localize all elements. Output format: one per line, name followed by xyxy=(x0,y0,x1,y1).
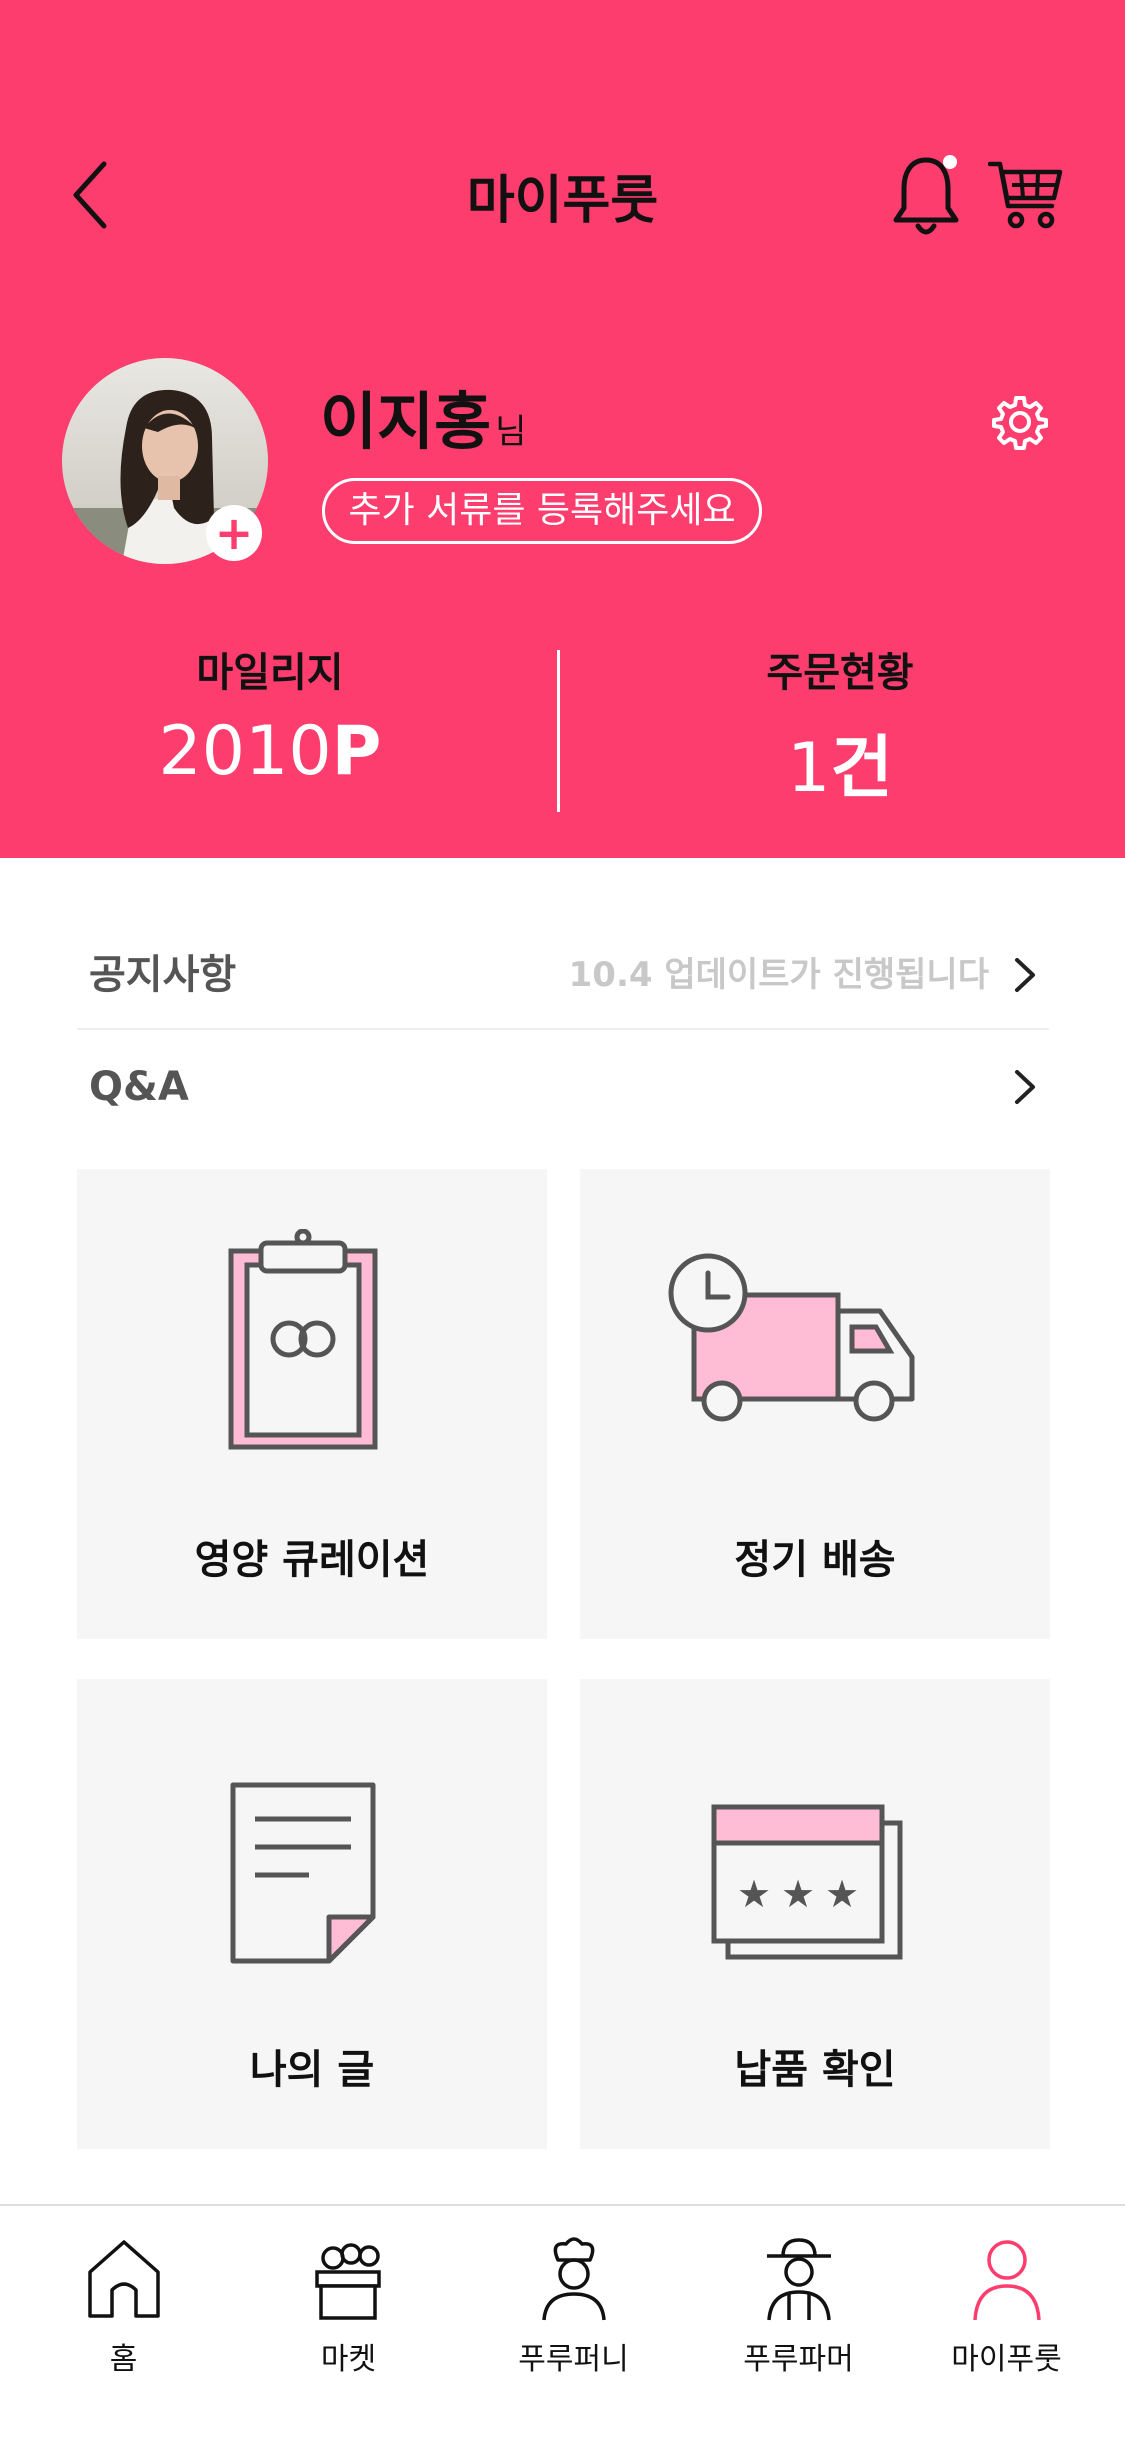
mileage-value[interactable]: 2010P xyxy=(20,712,520,791)
nav-myfruit[interactable]: 마이푸룻 xyxy=(894,2206,1119,2438)
notice-label: 공지사항 xyxy=(89,952,237,998)
register-documents-button[interactable]: 추가 서류를 등록해주세요 xyxy=(322,478,762,544)
nav-market[interactable]: 마켓 xyxy=(236,2206,461,2438)
chevron-right-icon xyxy=(1015,958,1035,992)
mileage-label: 마일리지 xyxy=(196,650,344,696)
user-name: 이지홍 xyxy=(320,385,492,458)
bottom-navigation: 홈 마켓 푸루퍼니 푸루파머 마이푸룻 xyxy=(0,2204,1125,2436)
add-photo-button[interactable]: + xyxy=(206,505,262,561)
profile-name: 이지홍 님 xyxy=(320,384,526,470)
nav-frufunny[interactable]: 푸루퍼니 xyxy=(461,2206,686,2438)
notice-preview: 10.4 업데이트가 진행됩니다 xyxy=(568,955,989,995)
notification-bell-icon[interactable] xyxy=(890,150,962,240)
orders-unit: 건 xyxy=(830,729,893,808)
nav-frufarmer[interactable]: 푸루파머 xyxy=(686,2206,911,2438)
settings-gear-icon[interactable] xyxy=(992,394,1048,450)
nutrition-curation-card[interactable]: 영양 큐레이션 xyxy=(77,1169,547,1639)
nav-label: 홈 xyxy=(109,2342,138,2377)
nav-home[interactable]: 홈 xyxy=(11,2206,236,2438)
nav-label: 푸루파머 xyxy=(743,2342,854,2377)
svg-text:★: ★ xyxy=(737,1872,771,1916)
mileage-amount: 2010 xyxy=(158,712,332,791)
chef-icon xyxy=(542,2237,606,2321)
chevron-right-icon xyxy=(1015,1070,1035,1104)
card-label: 납품 확인 xyxy=(734,2047,896,2093)
svg-text:★: ★ xyxy=(781,1872,815,1916)
nav-label: 푸루퍼니 xyxy=(518,2342,629,2377)
market-basket-icon xyxy=(315,2243,381,2320)
orders-label: 주문현황 xyxy=(766,650,914,696)
delivery-truck-clock-icon xyxy=(668,1253,915,1422)
orders-value[interactable]: 1건 xyxy=(590,712,1090,811)
qa-row[interactable]: Q&A xyxy=(77,1032,1049,1142)
svg-text:★: ★ xyxy=(825,1872,859,1916)
clipboard-icon xyxy=(228,1229,378,1450)
card-label: 나의 글 xyxy=(249,2047,375,2093)
name-honorific: 님 xyxy=(495,412,527,452)
home-icon xyxy=(88,2240,160,2318)
my-posts-card[interactable]: 나의 글 xyxy=(77,1679,547,2149)
card-label: 정기 배송 xyxy=(734,1537,896,1583)
notice-row[interactable]: 공지사항 10.4 업데이트가 진행됩니다 xyxy=(77,920,1049,1030)
card-label: 영양 큐레이션 xyxy=(194,1537,430,1583)
nav-label: 마켓 xyxy=(320,2342,377,2377)
regular-delivery-card[interactable]: 정기 배송 xyxy=(580,1169,1050,1639)
calendar-rating-icon: ★ ★ ★ xyxy=(711,1804,903,1960)
plus-icon: + xyxy=(214,506,254,560)
document-icon xyxy=(230,1782,376,1964)
stats-divider xyxy=(557,650,560,812)
mileage-unit: P xyxy=(331,712,382,791)
nav-label: 마이푸룻 xyxy=(951,2342,1062,2377)
user-icon xyxy=(973,2240,1041,2321)
cart-icon[interactable] xyxy=(988,158,1064,234)
orders-count: 1 xyxy=(787,729,831,808)
qa-label: Q&A xyxy=(89,1064,189,1110)
farmer-icon xyxy=(767,2238,831,2321)
delivery-confirmation-card[interactable]: ★ ★ ★ 납품 확인 xyxy=(580,1679,1050,2149)
row-divider xyxy=(77,1028,1049,1030)
